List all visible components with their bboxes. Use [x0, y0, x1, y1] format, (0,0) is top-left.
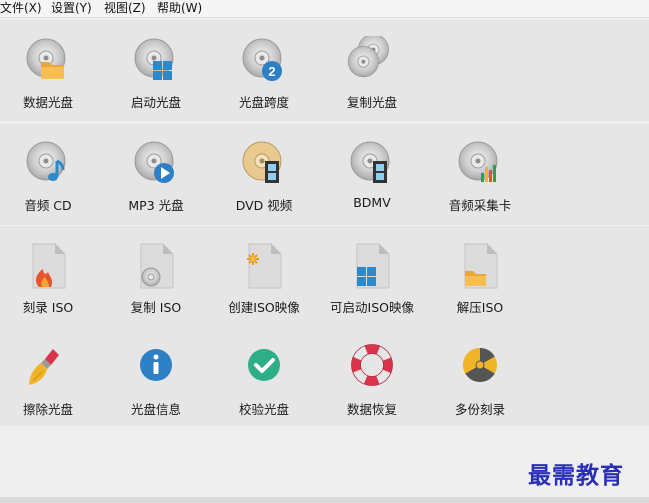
tile-bdmv[interactable]: BDMV	[318, 129, 426, 225]
tile-multi-burn[interactable]: 多份刻录	[426, 333, 534, 429]
tile-label: MP3 光盘	[128, 198, 184, 213]
copy-disc-icon	[347, 36, 397, 86]
menu-bar: 文件(X) 设置(Y) 视图(Z) 帮助(W)	[0, 0, 649, 18]
menu-settings[interactable]: 设置(Y)	[51, 0, 92, 17]
tile-label: 音频 CD	[24, 198, 72, 213]
data-disc-icon	[23, 36, 73, 79]
copy-iso-icon	[131, 241, 181, 291]
tile-bootable-iso[interactable]: 可启动ISO映像	[318, 231, 426, 327]
tile-mp3-disc[interactable]: MP3 光盘	[102, 129, 210, 225]
tile-label: 数据恢复	[346, 402, 397, 417]
info-icon	[140, 349, 172, 381]
radiation-icon	[463, 348, 497, 382]
tile-label: BDMV	[353, 195, 391, 210]
dvd-video-icon	[242, 141, 282, 183]
tile-copy-disc[interactable]: 复制光盘	[318, 26, 426, 122]
disc-span-icon: 2	[239, 36, 282, 81]
menu-help[interactable]: 帮助(W)	[157, 0, 202, 17]
mp3-disc-icon	[131, 139, 174, 183]
tile-data-disc[interactable]: 数据光盘	[0, 26, 102, 122]
tile-label: 擦除光盘	[22, 402, 73, 417]
tile-data-recovery[interactable]: 数据恢复	[318, 333, 426, 429]
tile-burn-iso[interactable]: 刻录 ISO	[0, 231, 102, 327]
tile-label: 数据光盘	[22, 95, 73, 110]
burn-iso-icon	[23, 241, 73, 291]
audio-capture-icon	[455, 139, 505, 182]
tile-erase-disc[interactable]: 擦除光盘	[0, 333, 102, 429]
tile-label: 光盘信息	[130, 402, 181, 417]
tile-boot-disc[interactable]: 启动光盘	[102, 26, 210, 122]
create-iso-icon	[247, 241, 289, 291]
bootable-iso-icon	[347, 241, 397, 291]
tile-disc-info[interactable]: 光盘信息	[102, 333, 210, 429]
audio-cd-icon	[23, 139, 73, 181]
tile-label: 解压ISO	[456, 300, 504, 315]
tile-audio-cd[interactable]: 音频 CD	[0, 129, 102, 225]
tile-dvd-video[interactable]: DVD 视频	[210, 129, 318, 225]
tile-audio-capture[interactable]: 音频采集卡	[426, 129, 534, 225]
tile-label: 复制光盘	[346, 95, 397, 110]
tile-label: 光盘跨度	[238, 95, 289, 110]
extract-iso-icon	[455, 241, 505, 291]
tile-label: 音频采集卡	[448, 198, 512, 213]
watermark: 最需教育	[528, 462, 624, 489]
tile-label: DVD 视频	[235, 198, 293, 213]
lifebuoy-icon	[351, 344, 393, 386]
check-icon	[248, 349, 280, 381]
status-bar	[0, 497, 649, 503]
erase-disc-icon	[29, 349, 59, 385]
tile-disc-span[interactable]: 2 光盘跨度	[210, 26, 318, 122]
tile-label: 可启动ISO映像	[330, 300, 414, 315]
tile-label: 多份刻录	[454, 402, 505, 417]
svg-text:2: 2	[268, 64, 275, 79]
menu-view[interactable]: 视图(Z)	[104, 0, 146, 17]
bdmv-icon	[347, 139, 397, 183]
tile-label: 刻录 ISO	[22, 300, 74, 315]
menu-file[interactable]: 文件(X)	[0, 0, 42, 17]
boot-disc-icon	[131, 36, 181, 80]
tile-copy-iso[interactable]: 复制 ISO	[102, 231, 210, 327]
tile-verify-disc[interactable]: 校验光盘	[210, 333, 318, 429]
tile-label: 创建ISO映像	[228, 300, 300, 315]
tile-label: 复制 ISO	[130, 300, 182, 315]
tile-label: 启动光盘	[130, 95, 181, 110]
tile-create-iso[interactable]: 创建ISO映像	[210, 231, 318, 327]
tile-extract-iso[interactable]: 解压ISO	[426, 231, 534, 327]
tile-label: 校验光盘	[238, 402, 289, 417]
